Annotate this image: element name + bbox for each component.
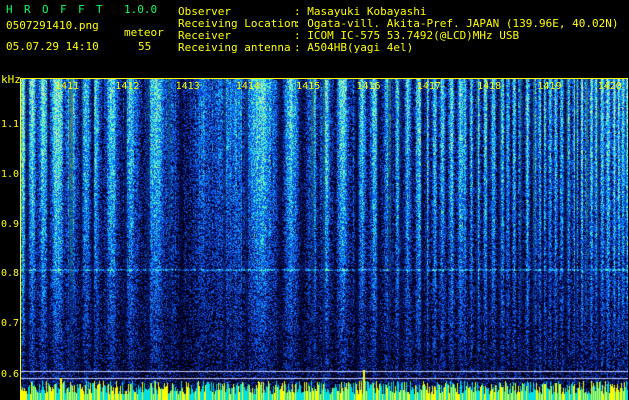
x-tick-label: 1413 bbox=[175, 81, 200, 92]
spectrogram-canvas bbox=[20, 78, 628, 400]
x-tick-label: 1420 bbox=[597, 81, 622, 92]
antenna-label: Receiving antenna bbox=[178, 41, 291, 54]
y-tick-label: 1.0 bbox=[1, 169, 20, 180]
antenna-value: : A504HB(yagi 4el) bbox=[294, 41, 414, 54]
app-title-letter: O bbox=[42, 3, 49, 16]
app-title-letter: T bbox=[96, 3, 103, 16]
y-tick-label: 0.6 bbox=[1, 369, 20, 380]
x-tick-label: 1415 bbox=[296, 81, 321, 92]
app-title-letter: R bbox=[24, 3, 31, 16]
x-tick-label: 1411 bbox=[55, 81, 80, 92]
y-axis-unit: kHz bbox=[1, 73, 21, 86]
x-tick-label: 1412 bbox=[115, 81, 140, 92]
file-name: 0507291410.png bbox=[6, 19, 99, 32]
x-tick-label: 1416 bbox=[356, 81, 381, 92]
x-tick-label: 1417 bbox=[416, 81, 441, 92]
x-tick-label: 1418 bbox=[477, 81, 502, 92]
x-tick-label: 1414 bbox=[235, 81, 260, 92]
spectrogram-plot bbox=[20, 78, 628, 400]
y-tick-label: 0.7 bbox=[1, 318, 20, 329]
y-tick-label: 0.8 bbox=[1, 268, 20, 279]
app-title-letter: F bbox=[60, 3, 67, 16]
app-version: 1.0.0 bbox=[124, 3, 158, 16]
x-tick-label: 1419 bbox=[537, 81, 562, 92]
app-title-letter: H bbox=[6, 3, 13, 16]
meteor-count: 55 bbox=[138, 40, 152, 53]
header-panel: HROFFT 1.0.0 0507291410.png meteor 05.07… bbox=[0, 0, 629, 76]
app-title-letter: F bbox=[78, 3, 85, 16]
y-tick-label: 1.1 bbox=[1, 119, 20, 130]
file-datetime: 05.07.29 14:10 bbox=[6, 40, 99, 53]
y-tick-label: 0.9 bbox=[1, 219, 20, 230]
mode-label: meteor bbox=[124, 26, 164, 39]
